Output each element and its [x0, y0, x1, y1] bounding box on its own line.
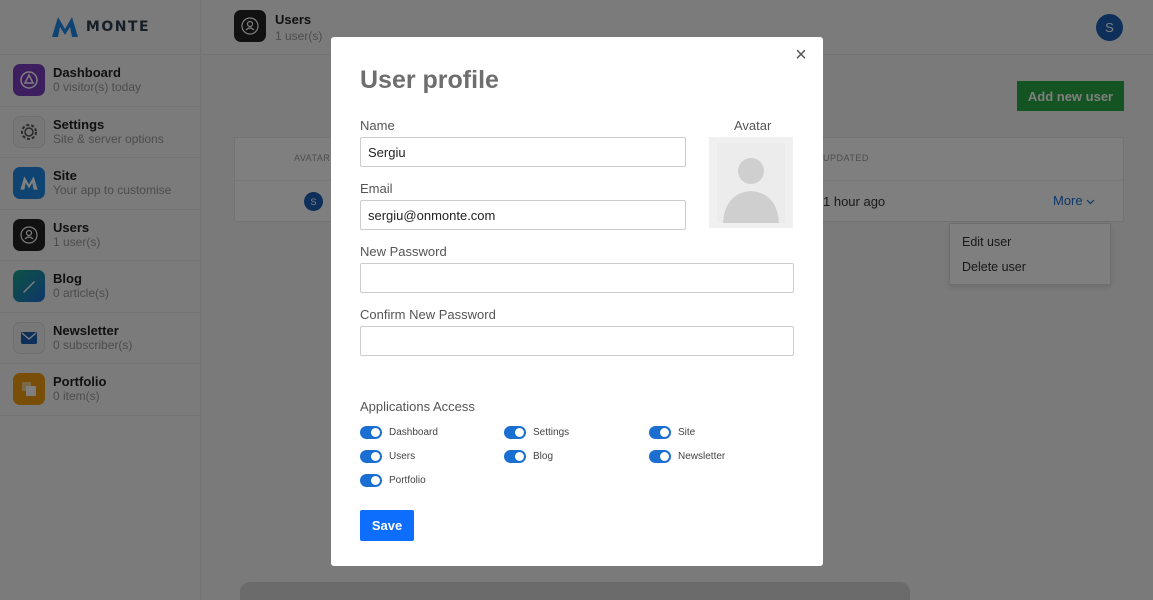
name-field[interactable] — [360, 137, 686, 167]
avatar-upload[interactable] — [709, 137, 793, 228]
email-field[interactable] — [360, 200, 686, 230]
toggle-switch[interactable] — [504, 426, 526, 439]
modal-title: User profile — [360, 66, 499, 94]
email-label: Email — [360, 181, 393, 196]
toggle-newsletter[interactable]: Newsletter — [649, 450, 725, 463]
toggle-label: Blog — [533, 451, 554, 462]
toggle-blog[interactable]: Blog — [504, 450, 553, 463]
confirm-password-field[interactable] — [360, 326, 794, 356]
toggle-switch[interactable] — [649, 426, 671, 439]
new-password-label: New Password — [360, 244, 447, 259]
close-button[interactable]: × — [791, 43, 811, 66]
close-icon: × — [795, 43, 807, 66]
avatar-placeholder-icon — [717, 142, 785, 223]
toggle-label: Newsletter — [678, 451, 726, 462]
toggle-label: Site — [678, 427, 696, 438]
toggle-label: Dashboard — [389, 427, 438, 438]
toggle-label: Users — [389, 451, 416, 462]
confirm-password-label: Confirm New Password — [360, 307, 496, 322]
toggle-switch[interactable] — [360, 450, 382, 463]
toggle-switch[interactable] — [649, 450, 671, 463]
user-profile-modal: × User profile Name Email Avatar New Pas… — [331, 37, 823, 566]
applications-access-label: Applications Access — [360, 399, 475, 414]
toggle-users[interactable]: Users — [360, 450, 415, 463]
avatar-label: Avatar — [734, 118, 772, 133]
toggle-switch[interactable] — [360, 474, 382, 487]
new-password-field[interactable] — [360, 263, 794, 293]
toggle-label: Settings — [533, 427, 570, 438]
save-button[interactable]: Save — [360, 510, 414, 541]
toggle-switch[interactable] — [360, 426, 382, 439]
name-label: Name — [360, 118, 395, 133]
toggle-switch[interactable] — [504, 450, 526, 463]
toggle-site[interactable]: Site — [649, 426, 695, 439]
toggle-dashboard[interactable]: Dashboard — [360, 426, 438, 439]
toggle-label: Portfolio — [389, 475, 426, 486]
toggle-portfolio[interactable]: Portfolio — [360, 474, 426, 487]
toggle-settings[interactable]: Settings — [504, 426, 569, 439]
